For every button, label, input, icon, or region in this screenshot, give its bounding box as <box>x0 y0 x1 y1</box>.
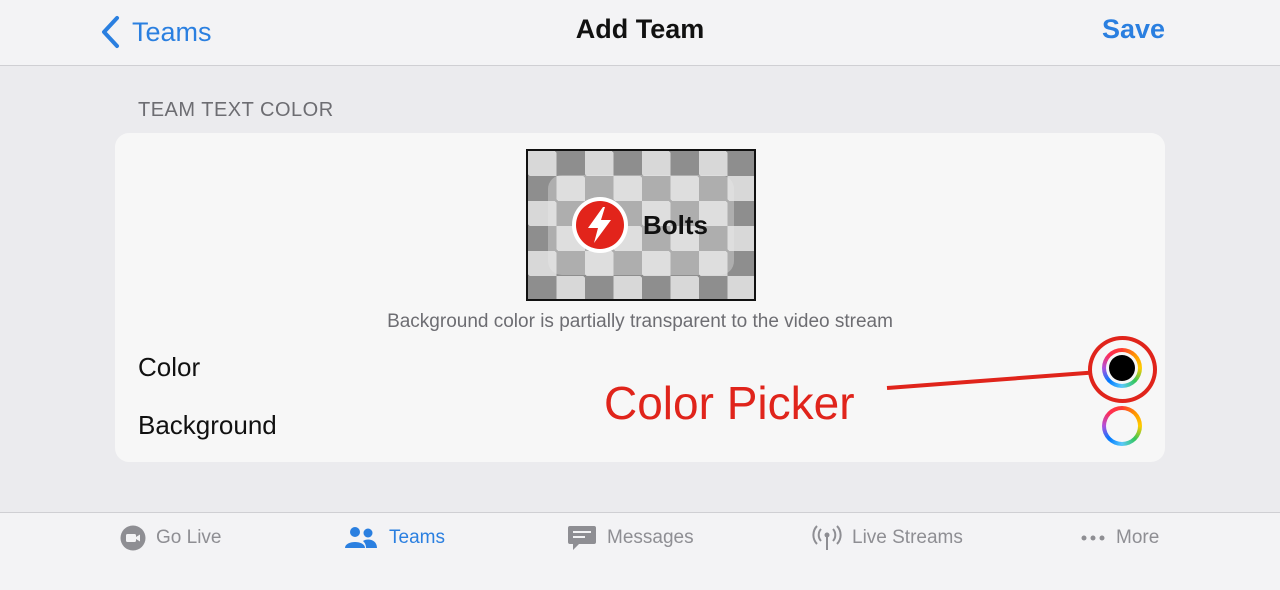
navigation-bar: Teams Add Team Save <box>0 0 1280 66</box>
save-button[interactable]: Save <box>1102 14 1165 45</box>
people-icon <box>343 526 379 550</box>
section-header: TEAM TEXT COLOR <box>138 99 334 121</box>
annotation-label: Color Picker <box>604 377 855 429</box>
tab-label: Go Live <box>156 527 222 548</box>
tab-bar: Go Live Teams Messages Live Streams More <box>0 512 1280 590</box>
tab-teams[interactable]: Teams <box>343 525 445 551</box>
preview-caption: Background color is partially transparen… <box>387 311 893 332</box>
page-title: Add Team <box>575 14 705 44</box>
tab-label: Teams <box>389 527 445 548</box>
annotation-highlight-circle <box>1088 336 1157 403</box>
tab-label: Messages <box>607 527 694 548</box>
preview-team-name: Bolts <box>643 210 708 240</box>
color-row-label: Color <box>138 352 201 382</box>
tab-label: Live Streams <box>852 527 963 548</box>
background-row-label: Background <box>138 410 277 440</box>
tab-more[interactable]: More <box>1080 525 1159 551</box>
background-picker-well[interactable] <box>1102 406 1142 446</box>
tab-label: More <box>1116 527 1160 548</box>
antenna-icon <box>812 525 842 551</box>
tab-live-streams[interactable]: Live Streams <box>812 525 963 551</box>
message-icon <box>567 524 597 552</box>
team-logo <box>572 197 628 253</box>
team-preview: Bolts <box>526 149 756 301</box>
tab-messages[interactable]: Messages <box>567 525 694 551</box>
lightning-bolt-icon <box>588 207 611 243</box>
tab-go-live[interactable]: Go Live <box>120 525 221 551</box>
video-camera-icon <box>120 525 146 551</box>
ellipsis-icon <box>1080 534 1106 542</box>
